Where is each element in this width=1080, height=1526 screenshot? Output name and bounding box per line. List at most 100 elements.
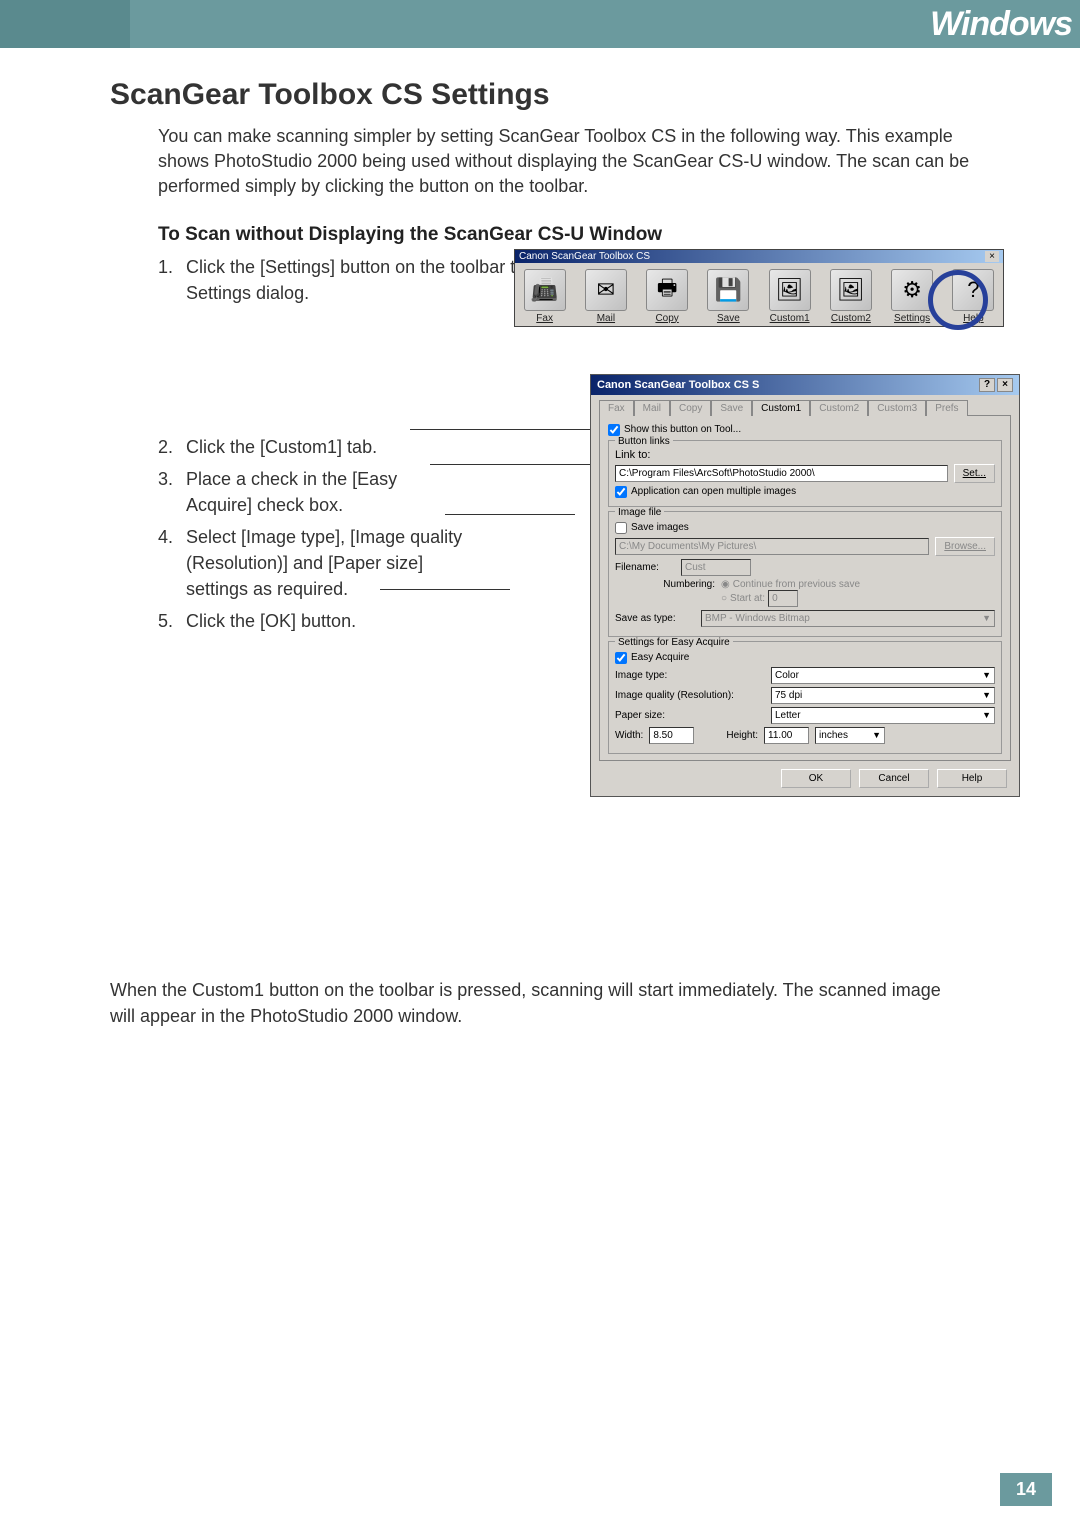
toolbox-label: Save <box>717 313 740 324</box>
save-icon: 💾 <box>707 269 749 311</box>
toolbox-mail-button[interactable]: ✉ Mail <box>582 269 629 324</box>
step-number: 1. <box>158 254 178 306</box>
step-text: Click the [OK] button. <box>186 608 356 634</box>
saveastype-label: Save as type: <box>615 613 695 624</box>
callout-settings-circle <box>928 270 988 330</box>
mail-icon: ✉ <box>585 269 627 311</box>
imagequality-label: Image quality (Resolution): <box>615 690 765 701</box>
toolbox-label: Custom1 <box>770 313 810 324</box>
show-button-input[interactable] <box>608 424 620 436</box>
chevron-down-icon: ▼ <box>982 690 991 700</box>
chevron-down-icon: ▼ <box>982 710 991 720</box>
easy-acquire-label: Easy Acquire <box>631 652 689 663</box>
button-links-group: Button links Link to: Set... Application… <box>608 440 1002 507</box>
step-text: Place a check in the [Easy Acquire] chec… <box>186 466 448 518</box>
toolbox-label: Fax <box>536 313 553 324</box>
numbering-startat-radio: ○Start at: <box>721 590 860 607</box>
tab-prefs[interactable]: Prefs <box>926 400 967 416</box>
custom1-icon: 🖼 <box>769 269 811 311</box>
toolbox-label: Mail <box>597 313 615 324</box>
step-3: 3. Place a check in the [Easy Acquire] c… <box>158 466 448 518</box>
tab-custom2[interactable]: Custom2 <box>810 400 868 416</box>
show-button-label: Show this button on Tool... <box>624 424 741 435</box>
copy-icon: 🖶 <box>646 269 688 311</box>
step-number: 2. <box>158 434 178 460</box>
save-path-field <box>615 538 929 555</box>
filename-field <box>681 559 751 576</box>
section-heading: To Scan without Displaying the ScanGear … <box>158 224 970 246</box>
width-label: Width: <box>615 730 643 741</box>
filename-label: Filename: <box>615 562 675 573</box>
units-select[interactable]: inches▼ <box>815 727 885 744</box>
numbering-label: Numbering: <box>615 579 715 590</box>
save-images-input[interactable] <box>615 522 627 534</box>
steps-area: 1. Click the [Settings] button on the to… <box>110 254 970 941</box>
group-title: Settings for Easy Acquire <box>615 637 733 648</box>
app-multi-checkbox[interactable]: Application can open multiple images <box>615 486 995 498</box>
height-field[interactable] <box>764 727 809 744</box>
tab-fax[interactable]: Fax <box>599 400 634 416</box>
save-images-checkbox[interactable]: Save images <box>615 522 995 534</box>
linkto-label: Link to: <box>615 449 995 461</box>
linkto-field[interactable] <box>615 465 948 482</box>
save-images-label: Save images <box>631 522 689 533</box>
help-button[interactable]: Help <box>937 769 1007 788</box>
tab-copy[interactable]: Copy <box>670 400 711 416</box>
dialog-tabstrip: Fax Mail Copy Save Custom1 Custom2 Custo… <box>599 399 1011 416</box>
settings-dialog-screenshot: Canon ScanGear Toolbox CS S ? × Fax Mail… <box>590 374 1020 797</box>
os-badge: Windows <box>930 5 1080 44</box>
header-bar: Windows <box>0 0 1080 48</box>
numbering-start-field <box>768 590 798 607</box>
fax-icon: 📠 <box>524 269 566 311</box>
saveastype-select: BMP - Windows Bitmap▼ <box>701 610 995 627</box>
toolbox-titlebar: Canon ScanGear Toolbox CS × <box>515 250 1003 263</box>
imagetype-select[interactable]: Color▼ <box>771 667 995 684</box>
page-title: ScanGear Toolbox CS Settings <box>110 78 970 112</box>
easy-acquire-checkbox[interactable]: Easy Acquire <box>615 652 995 664</box>
toolbox-label: Settings <box>894 313 930 324</box>
tab-save[interactable]: Save <box>711 400 752 416</box>
cancel-button[interactable]: Cancel <box>859 769 929 788</box>
ok-button[interactable]: OK <box>781 769 851 788</box>
papersize-select[interactable]: Letter▼ <box>771 707 995 724</box>
numbering-continue-radio: ◉Continue from previous save <box>721 579 860 590</box>
image-file-group: Image file Save images Browse... <box>608 511 1002 637</box>
easy-acquire-input[interactable] <box>615 652 627 664</box>
show-button-checkbox[interactable]: Show this button on Tool... <box>608 424 1002 436</box>
group-title: Image file <box>615 507 664 518</box>
toolbox-custom1-button[interactable]: 🖼 Custom1 <box>766 269 813 324</box>
dialog-titlebar: Canon ScanGear Toolbox CS S ? × <box>591 375 1019 395</box>
leader-line <box>380 589 510 590</box>
dialog-help-button[interactable]: ? <box>979 378 995 392</box>
step-number: 4. <box>158 524 178 602</box>
step-2: 2. Click the [Custom1] tab. <box>158 434 448 460</box>
custom2-icon: 🖼 <box>830 269 872 311</box>
easy-acquire-group: Settings for Easy Acquire Easy Acquire I… <box>608 641 1002 754</box>
tab-custom1[interactable]: Custom1 <box>752 400 810 416</box>
chevron-down-icon: ▼ <box>982 670 991 680</box>
app-multi-label: Application can open multiple images <box>631 486 796 497</box>
dialog-close-button[interactable]: × <box>997 378 1013 392</box>
step-4: 4. Select [Image type], [Image quality (… <box>158 524 478 602</box>
toolbox-close[interactable]: × <box>985 251 999 262</box>
toolbox-custom2-button[interactable]: 🖼 Custom2 <box>827 269 874 324</box>
tab-mail[interactable]: Mail <box>634 400 670 416</box>
imagequality-select[interactable]: 75 dpi▼ <box>771 687 995 704</box>
toolbox-copy-button[interactable]: 🖶 Copy <box>644 269 691 324</box>
toolbox-save-button[interactable]: 💾 Save <box>705 269 752 324</box>
toolbox-label: Custom2 <box>831 313 871 324</box>
app-multi-input[interactable] <box>615 486 627 498</box>
tab-custom3[interactable]: Custom3 <box>868 400 926 416</box>
leader-line <box>430 464 610 465</box>
imagetype-label: Image type: <box>615 670 765 681</box>
page-number-box: 14 <box>1000 1473 1052 1506</box>
leader-line <box>445 514 575 515</box>
toolbox-fax-button[interactable]: 📠 Fax <box>521 269 568 324</box>
header-accent <box>0 0 130 48</box>
width-field[interactable] <box>649 727 694 744</box>
chevron-down-icon: ▼ <box>982 613 991 623</box>
step-text: Click the [Custom1] tab. <box>186 434 377 460</box>
toolbox-label: Copy <box>655 313 678 324</box>
step-number: 3. <box>158 466 178 518</box>
set-button[interactable]: Set... <box>954 464 995 483</box>
